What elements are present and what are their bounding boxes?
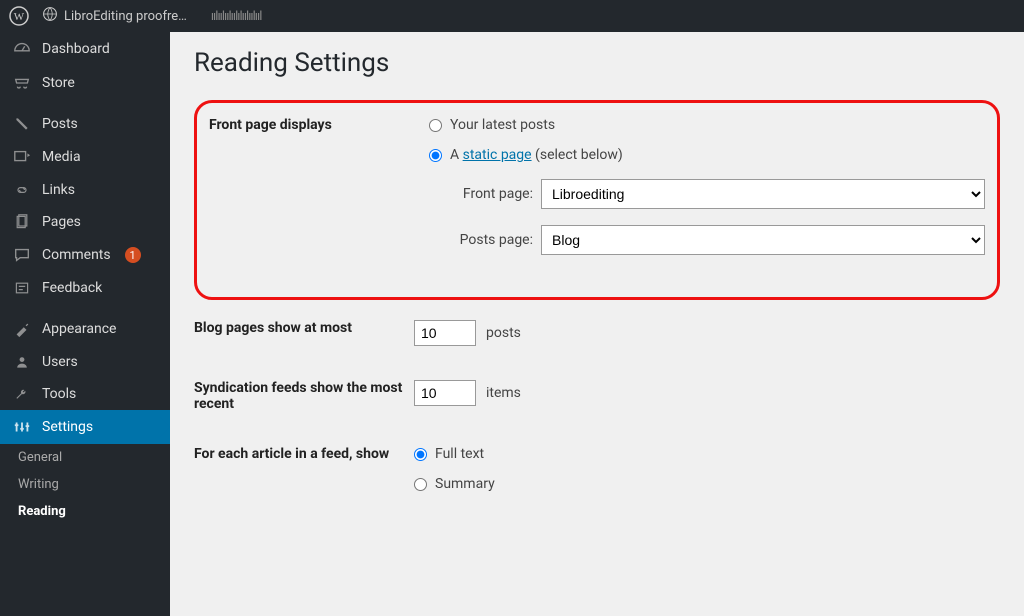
radio-full-text-label: Full text <box>435 446 484 462</box>
static-page-link[interactable]: static page <box>463 147 532 163</box>
posts-page-select[interactable]: Blog <box>541 225 985 255</box>
sidebar-label: Appearance <box>42 321 116 337</box>
admin-sidebar: Dashboard Store Posts Media Links Pages … <box>0 32 170 616</box>
posts-icon <box>12 116 32 132</box>
comments-count-badge: 1 <box>125 247 141 263</box>
sidebar-label: Pages <box>42 214 81 230</box>
highlight-box: Front page displays Your latest posts A … <box>194 100 1000 300</box>
sidebar-item-feedback[interactable]: Feedback <box>0 272 170 304</box>
media-icon <box>12 148 32 166</box>
links-icon <box>12 182 32 198</box>
radio-static-page[interactable] <box>429 149 442 162</box>
sidebar-label: Posts <box>42 116 78 132</box>
sidebar-label: Feedback <box>42 280 102 296</box>
sidebar-item-comments[interactable]: Comments 1 <box>0 238 170 272</box>
sidebar-item-dashboard[interactable]: Dashboard <box>0 32 170 66</box>
sidebar-label: Tools <box>42 386 76 402</box>
sidebar-item-links[interactable]: Links <box>0 174 170 206</box>
blog-pages-label: Blog pages show at most <box>194 320 414 336</box>
sidebar-sub-reading[interactable]: Reading <box>0 498 170 525</box>
front-page-select-label: Front page: <box>429 186 533 202</box>
sidebar-item-posts[interactable]: Posts <box>0 108 170 140</box>
sidebar-item-tools[interactable]: Tools <box>0 378 170 410</box>
sidebar-item-settings[interactable]: Settings <box>0 410 170 444</box>
sidebar-label: Media <box>42 149 81 165</box>
sidebar-item-store[interactable]: Store <box>0 66 170 100</box>
sidebar-sub-general[interactable]: General <box>0 444 170 471</box>
appearance-icon <box>12 320 32 338</box>
sidebar-sub-writing[interactable]: Writing <box>0 471 170 498</box>
sidebar-label: Dashboard <box>42 41 110 57</box>
content-area: Reading Settings Front page displays You… <box>170 32 1024 616</box>
wordpress-logo-icon[interactable]: W <box>8 5 30 27</box>
dashboard-icon <box>12 40 32 58</box>
radio-summary[interactable] <box>414 478 427 491</box>
radio-latest-posts-label: Your latest posts <box>450 117 555 133</box>
sidebar-item-pages[interactable]: Pages <box>0 206 170 238</box>
sidebar-item-appearance[interactable]: Appearance <box>0 312 170 346</box>
sidebar-label: Settings <box>42 419 93 435</box>
sidebar-label: Links <box>42 182 75 198</box>
stats-sparkline-icon[interactable]: ıılıılıılıılılıılıılııl <box>211 9 262 24</box>
site-title: LibroEditing proofre… <box>64 9 187 24</box>
syndication-input[interactable] <box>414 380 476 406</box>
store-icon <box>12 74 32 92</box>
tools-icon <box>12 386 32 402</box>
page-title: Reading Settings <box>194 48 1000 78</box>
radio-static-page-label: A static page (select below) <box>450 147 623 163</box>
front-page-displays-label: Front page displays <box>209 117 429 133</box>
sidebar-label: Store <box>42 75 75 91</box>
comments-icon <box>12 246 32 264</box>
feedback-icon <box>12 280 32 296</box>
sidebar-item-media[interactable]: Media <box>0 140 170 174</box>
article-feed-label: For each article in a feed, show <box>194 446 414 462</box>
svg-text:W: W <box>14 11 25 23</box>
radio-full-text[interactable] <box>414 448 427 461</box>
sidebar-item-users[interactable]: Users <box>0 346 170 378</box>
users-icon <box>12 354 32 370</box>
syndication-suffix: items <box>486 385 521 401</box>
radio-latest-posts[interactable] <box>429 119 442 132</box>
blog-pages-input[interactable] <box>414 320 476 346</box>
admin-topbar: W LibroEditing proofre… ıılıılıılıılılıı… <box>0 0 1024 32</box>
blog-pages-suffix: posts <box>486 325 521 341</box>
syndication-label: Syndication feeds show the most recent <box>194 380 414 412</box>
radio-summary-label: Summary <box>435 476 495 492</box>
pages-icon <box>12 214 32 230</box>
settings-icon <box>12 418 32 436</box>
sidebar-label: Users <box>42 354 78 370</box>
site-link[interactable]: LibroEditing proofre… <box>42 6 187 26</box>
posts-page-select-label: Posts page: <box>429 232 533 248</box>
sidebar-label: Comments <box>42 247 111 263</box>
front-page-select[interactable]: Libroediting <box>541 179 985 209</box>
home-icon <box>42 6 58 26</box>
